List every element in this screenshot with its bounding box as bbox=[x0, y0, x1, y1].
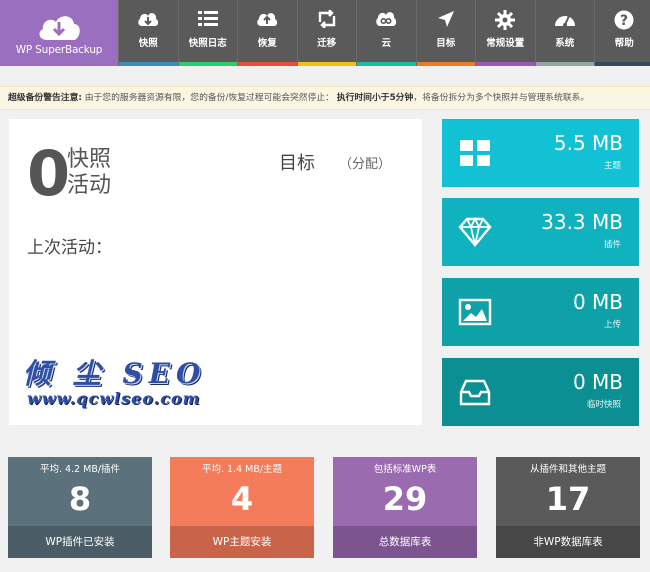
nav-label: 帮助 bbox=[614, 38, 634, 49]
nav-item-help[interactable]: ? 帮助 bbox=[594, 0, 650, 66]
watermark-url: www.qcwlseo.com bbox=[27, 389, 201, 408]
nav-item-migrate[interactable]: 迁移 bbox=[296, 0, 356, 66]
nav-label: 恢复 bbox=[257, 38, 277, 49]
logo-text: WP SuperBackup bbox=[15, 44, 103, 56]
nav-stripe bbox=[297, 62, 356, 66]
target-alloc-label: （分配） bbox=[339, 157, 392, 172]
tile-value: 5.5 MB bbox=[553, 131, 623, 155]
last-activity-label: 上次活动： bbox=[27, 238, 112, 258]
tile-value: 0 MB bbox=[572, 370, 623, 394]
card-number: 4 bbox=[230, 480, 254, 518]
tile-subtitle: 插件 bbox=[603, 240, 621, 250]
nav-stripe bbox=[357, 62, 416, 66]
tile-value: 0 MB bbox=[572, 290, 623, 314]
nav-item-system[interactable]: 系统 bbox=[534, 0, 594, 66]
card-caption: 平均. 1.4 MB/主题 bbox=[201, 464, 283, 475]
tile-plugins[interactable]: 33.3 MB 插件 bbox=[442, 198, 639, 266]
watermark-title: 倾 尘 SEO bbox=[23, 357, 207, 390]
svg-text:?: ? bbox=[620, 13, 628, 29]
nav-stripe bbox=[476, 62, 535, 66]
dashboard-icon bbox=[554, 15, 575, 27]
nav-item-cloud[interactable]: 云 bbox=[356, 0, 416, 66]
logo[interactable]: WP SuperBackup bbox=[0, 0, 118, 66]
card-number: 8 bbox=[68, 480, 92, 518]
question-icon: ? bbox=[614, 10, 634, 30]
nav-item-restore[interactable]: 恢复 bbox=[237, 0, 297, 66]
active-snapshot-count: 0 bbox=[27, 137, 71, 210]
tile-subtitle: 主题 bbox=[603, 161, 621, 171]
notice-title: 超级备份警告注意: bbox=[8, 93, 82, 103]
card-caption: 从插件和其他主题 bbox=[529, 464, 606, 475]
card-number: 29 bbox=[382, 480, 428, 518]
tile-value: 33.3 MB bbox=[541, 210, 623, 234]
watermark: 倾 尘 SEO www.qcwlseo.com bbox=[23, 357, 207, 409]
diamond-icon bbox=[458, 216, 492, 247]
nav-stripe bbox=[416, 62, 475, 66]
top-navigation: WP SuperBackup 快照 快照日志 恢复 迁移 云 目标 常规设置 系… bbox=[0, 0, 650, 66]
card-number: 17 bbox=[545, 480, 591, 518]
tile-temp-snapshots[interactable]: 0 MB 临时快照 bbox=[442, 358, 639, 426]
nav-stripe bbox=[119, 62, 178, 66]
warning-notice: 超级备份警告注意: 由于您的服务器资源有限，您的备份/恢复过程可能会突然停止： … bbox=[0, 86, 650, 110]
nav-label: 快照日志 bbox=[188, 38, 227, 49]
nav-label: 常规设置 bbox=[486, 38, 525, 49]
tile-themes[interactable]: 5.5 MB 主题 bbox=[442, 119, 639, 187]
nav-label: 云 bbox=[381, 38, 391, 49]
nav-stripe bbox=[535, 62, 594, 66]
nav-label: 迁移 bbox=[317, 38, 337, 49]
nav-item-target[interactable]: 目标 bbox=[415, 0, 475, 66]
snapshot-summary-panel: 0 快照 活动 目标 （分配） 上次活动： 倾 尘 SEO www.qcwlse… bbox=[9, 119, 422, 425]
notice-tail: ，将备份拆分为多个快照并与管理系统联系。 bbox=[413, 93, 590, 103]
nav-item-general-settings[interactable]: 常规设置 bbox=[475, 0, 535, 66]
nav-label: 目标 bbox=[436, 38, 456, 49]
card-footer: 非WP数据库表 bbox=[496, 526, 640, 558]
card-caption: 平均. 4.2 MB/插件 bbox=[39, 464, 121, 475]
cloud-download-icon bbox=[138, 13, 159, 26]
nav-menu: 快照 快照日志 恢复 迁移 云 目标 常规设置 系统 ? 帮助 bbox=[118, 0, 650, 66]
grid-icon bbox=[460, 140, 490, 166]
target-label: 目标 bbox=[279, 153, 315, 174]
gear-icon bbox=[495, 10, 516, 30]
nav-stripe bbox=[595, 62, 650, 66]
nav-item-snapshot[interactable]: 快照 bbox=[118, 0, 178, 66]
location-arrow-icon bbox=[437, 11, 454, 27]
nav-label: 快照 bbox=[138, 38, 158, 49]
card-total-db-tables[interactable]: 包括标准WP表 29 总数据库表 bbox=[333, 457, 477, 558]
tile-subtitle: 上传 bbox=[603, 320, 621, 330]
card-caption: 包括标准WP表 bbox=[373, 464, 437, 475]
snapshot-label: 快照 活动 bbox=[67, 147, 111, 199]
snapshot-label-line1: 快照 bbox=[67, 147, 112, 172]
card-non-wp-db-tables[interactable]: 从插件和其他主题 17 非WP数据库表 bbox=[496, 457, 640, 558]
cloud-logo-icon bbox=[39, 16, 80, 40]
card-themes-installed[interactable]: 平均. 1.4 MB/主题 4 WP主题安装 bbox=[170, 457, 314, 558]
card-footer: WP主题安装 bbox=[170, 526, 314, 558]
card-footer: WP插件已安装 bbox=[8, 526, 152, 558]
card-plugins-installed[interactable]: 平均. 4.2 MB/插件 8 WP插件已安装 bbox=[8, 457, 152, 558]
list-icon bbox=[197, 11, 218, 26]
nav-label: 系统 bbox=[555, 38, 575, 49]
nav-stripe bbox=[178, 62, 237, 66]
notice-emphasis: 执行时间小于5分钟 bbox=[336, 93, 414, 103]
snapshot-label-line2: 活动 bbox=[67, 173, 112, 198]
tile-subtitle: 临时快照 bbox=[586, 400, 621, 410]
cloud-link-icon bbox=[376, 12, 397, 26]
retweet-icon bbox=[318, 10, 335, 28]
inbox-icon bbox=[459, 379, 491, 406]
card-footer: 总数据库表 bbox=[333, 526, 477, 558]
nav-stripe bbox=[238, 62, 297, 66]
image-icon bbox=[458, 298, 492, 326]
cloud-upload-icon bbox=[257, 13, 278, 26]
nav-item-snapshot-log[interactable]: 快照日志 bbox=[177, 0, 237, 66]
notice-body: 由于您的服务器资源有限，您的备份/恢复过程可能会突然停止： bbox=[84, 93, 334, 103]
tile-uploads[interactable]: 0 MB 上传 bbox=[442, 278, 639, 346]
